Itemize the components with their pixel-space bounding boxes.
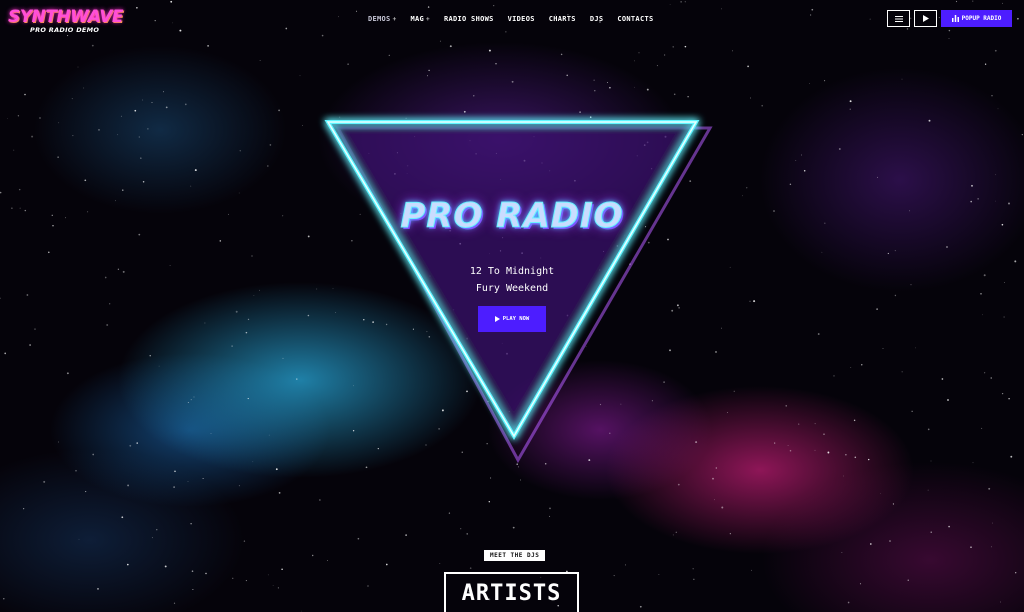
nav-item-videos[interactable]: VIDEOS [508,15,535,23]
menu-button[interactable] [887,10,910,27]
player-play-button[interactable] [914,10,937,27]
plus-icon: + [426,16,430,23]
nav-item-label: DJS [589,15,604,23]
nav-item-charts[interactable]: CHARTS [549,15,576,23]
nav-item-radio-shows[interactable]: RADIO SHOWS [444,15,494,23]
nav-item-label: VIDEOS [507,15,535,23]
brand-logo[interactable]: SYNTHWAVE PRO RADIO DEMO [8,7,124,37]
nav-item-demos[interactable]: DEMOS + [368,15,397,23]
hero-show-name: 12 To Midnight [469,266,555,277]
play-now-button[interactable]: PLAY NOW [478,306,546,332]
hero-title: PRO RADIO [400,196,624,237]
nav-item-label: DEMOS [368,15,391,23]
nav-item-label: CHARTS [548,15,576,23]
popup-radio-label: POPUP RADIO [961,15,1002,22]
play-icon [922,15,929,22]
nav-item-label: CONTACTS [617,15,654,23]
nav-item-label: MAG [410,15,425,23]
play-now-label: PLAY NOW [502,316,530,322]
nav-item-label: RADIO SHOWS [443,15,494,23]
list-icon [894,15,903,22]
nav-item-mag[interactable]: MAG + [411,15,430,23]
nav-item-djs[interactable]: DJS [590,15,604,23]
plus-icon: + [392,16,397,23]
brand-title: SYNTHWAVE [8,7,124,27]
nav-item-contacts[interactable]: CONTACTS [617,15,653,23]
play-icon [494,316,500,322]
popup-radio-button[interactable]: POPUP RADIO [941,10,1012,27]
hero-show-artist: Fury Weekend [475,283,549,294]
main-nav: DEMOS + MAG + RADIO SHOWS VIDEOS CHARTS DJS CONT… [368,15,654,23]
header-tools: POPUP RADIO [887,10,1012,27]
equalizer-icon [951,15,959,22]
section-kicker: MEET THE DJS [484,550,546,561]
section-title: ARTISTS [444,572,579,612]
brand-subtitle: PRO RADIO DEMO [30,26,100,34]
